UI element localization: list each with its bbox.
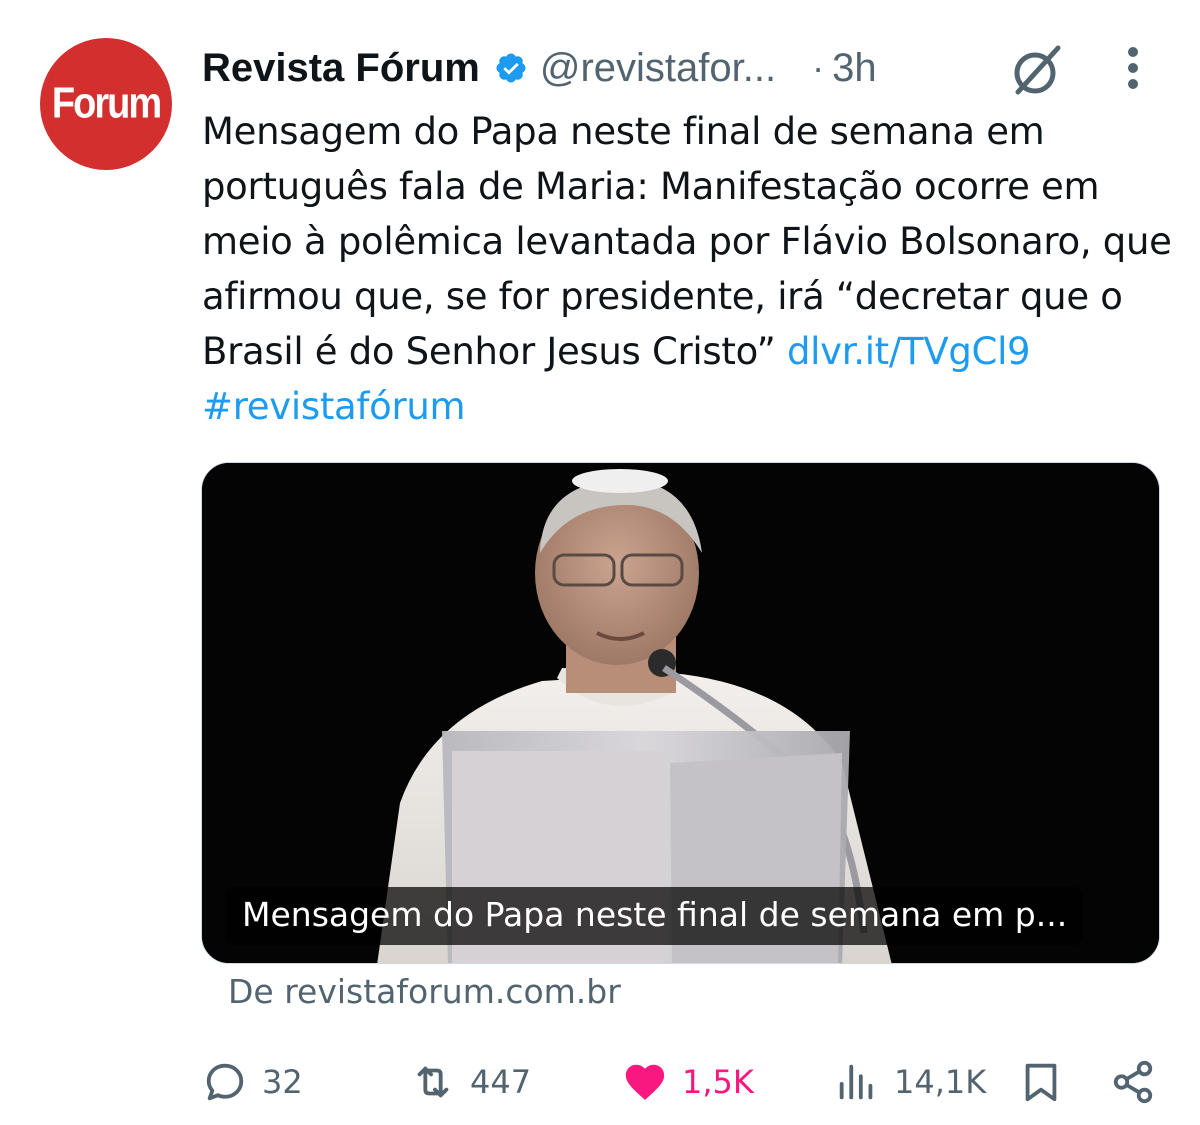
- like-count: 1,5K: [682, 1063, 754, 1101]
- tweet-link[interactable]: dlvr.it/TVgCl9: [787, 330, 1031, 373]
- separator-dot: ·: [812, 47, 825, 88]
- avatar[interactable]: Forum: [40, 38, 172, 170]
- bookmark-button[interactable]: [1018, 1052, 1064, 1112]
- tweet-header: Revista Fórum @revistafor... · 3h: [202, 40, 877, 96]
- like-button[interactable]: 1,5K: [622, 1052, 754, 1112]
- action-bar: 32 447 1,5K 14,1K: [0, 1052, 1200, 1112]
- repost-count: 447: [470, 1063, 532, 1101]
- views-count: 14,1K: [894, 1063, 987, 1101]
- repost-button[interactable]: 447: [410, 1052, 531, 1112]
- link-card-image[interactable]: Mensagem do Papa neste final de semana e…: [201, 462, 1160, 964]
- views-icon: [839, 1064, 873, 1100]
- grok-icon[interactable]: [1006, 40, 1068, 102]
- tweet-text: Mensagem do Papa neste final de semana e…: [202, 104, 1177, 434]
- reply-button[interactable]: 32: [202, 1052, 303, 1112]
- more-vertical-icon[interactable]: [1116, 44, 1150, 96]
- display-name[interactable]: Revista Fórum: [202, 46, 480, 91]
- reply-icon: [206, 1063, 244, 1101]
- timestamp[interactable]: 3h: [832, 46, 877, 91]
- share-button[interactable]: [1110, 1052, 1156, 1112]
- views-button[interactable]: 14,1K: [834, 1052, 986, 1112]
- reply-count: 32: [262, 1063, 303, 1101]
- repost-icon: [417, 1066, 449, 1098]
- tweet-hashtag[interactable]: #revistafórum: [202, 385, 466, 428]
- user-handle[interactable]: @revistafor...: [540, 46, 776, 91]
- verified-badge-icon[interactable]: [494, 51, 528, 85]
- card-source-domain[interactable]: De revistaforum.com.br: [228, 972, 621, 1011]
- share-icon: [1113, 1060, 1153, 1104]
- heart-filled-icon: [625, 1064, 665, 1101]
- bookmark-icon: [1025, 1063, 1057, 1102]
- card-caption: Mensagem do Papa neste final de semana e…: [226, 887, 1084, 945]
- tweet[interactable]: Forum Revista Fórum @revistafor... · 3h …: [0, 0, 1200, 1125]
- avatar-logo-text: Forum: [51, 79, 162, 128]
